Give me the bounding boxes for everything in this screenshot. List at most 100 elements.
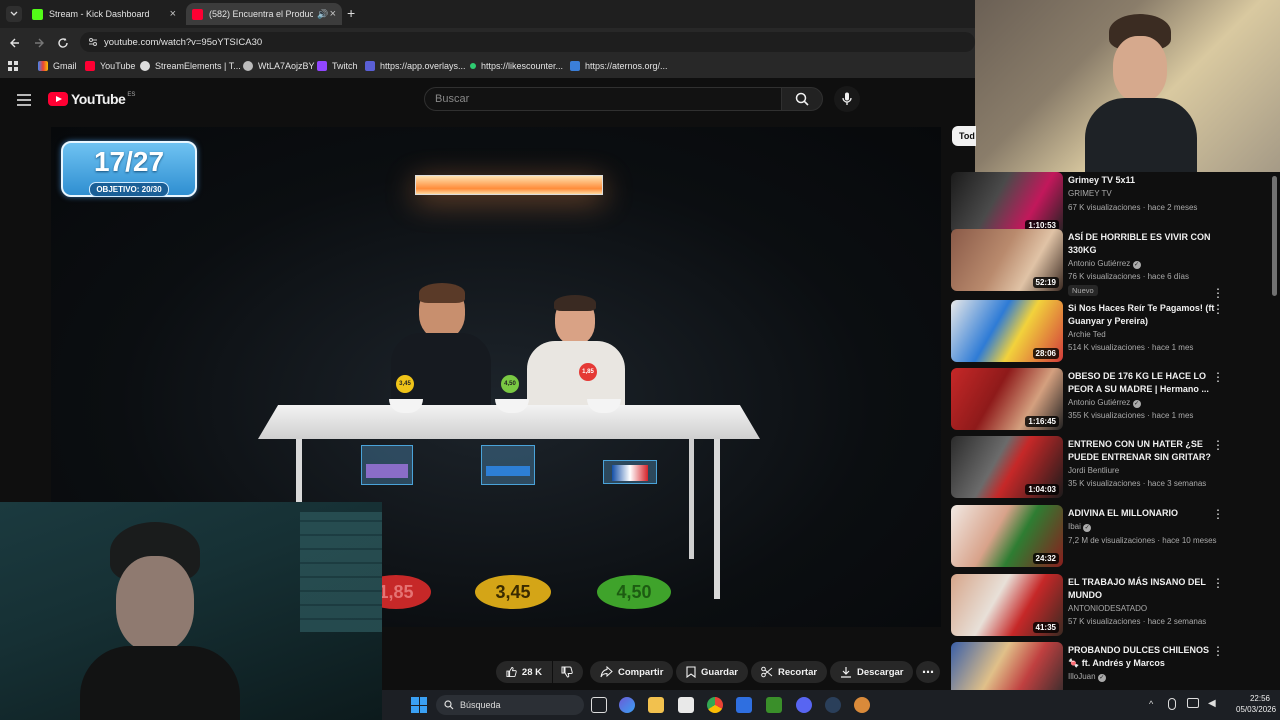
apps-grid-icon[interactable] xyxy=(8,61,18,71)
video-meta: 57 K visualizaciones · hace 2 semanas xyxy=(1068,617,1207,626)
channel-name[interactable]: Jordi Bentliure xyxy=(1068,466,1119,475)
search-input[interactable]: Buscar xyxy=(424,87,782,111)
volume-icon[interactable]: ◀ xyxy=(1208,698,1216,709)
bookmark-twitch[interactable]: Twitch xyxy=(317,61,358,71)
close-icon[interactable]: × xyxy=(330,8,336,20)
app-orange-icon[interactable] xyxy=(854,697,870,713)
back-button[interactable] xyxy=(9,36,21,54)
steam-icon[interactable] xyxy=(825,697,841,713)
thumbnail[interactable]: 52:19 xyxy=(951,229,1063,291)
recommendation-item[interactable]: 24:32 ADIVINA EL MILLONARIO Ibai ✓ 7,2 M… xyxy=(950,505,1270,569)
bookmark-aternos[interactable]: https://aternos.org/... xyxy=(570,61,668,71)
video-title[interactable]: PROBANDO DULCES CHILENOS 🍬 ft. Andrés y … xyxy=(1068,644,1218,670)
bookmark-wtla7aojzby[interactable]: WtLA7AojzBY xyxy=(243,61,315,71)
file-explorer-icon[interactable] xyxy=(648,697,664,713)
site-info-icon[interactable] xyxy=(88,37,98,47)
channel-name[interactable]: Antonio Gutiérrez ✓ xyxy=(1068,259,1141,269)
channel-name[interactable]: Ibai ✓ xyxy=(1068,522,1092,532)
video-title[interactable]: OBESO DE 176 KG LE HACE LO PEOR A SU MAD… xyxy=(1068,370,1218,396)
like-button[interactable]: 28 K xyxy=(496,661,552,683)
bookmark-overlays[interactable]: https://app.overlays... xyxy=(365,61,466,71)
tab-kick-dashboard[interactable]: Stream - Kick Dashboard × xyxy=(26,3,182,25)
channel-name[interactable]: ANTONIODESATADO xyxy=(1068,604,1147,613)
taskbar-clock[interactable]: 22:56 05/03/2026 xyxy=(1236,693,1276,715)
bookmark-streamelements[interactable]: StreamElements | T... xyxy=(140,61,241,71)
discord-icon[interactable] xyxy=(796,697,812,713)
more-options-icon[interactable]: ⋮ xyxy=(1212,507,1224,521)
streamelements-icon xyxy=(140,61,150,71)
recommendation-item[interactable]: 52:19 ASÍ DE HORRIBLE ES VIVIR CON 330KG… xyxy=(950,229,1270,300)
more-options-icon[interactable]: ⋮ xyxy=(1212,644,1224,658)
reload-button[interactable] xyxy=(57,36,69,54)
recommendation-item[interactable]: 1:10:53 Grimey TV 5x11 GRIMEY TV 67 K vi… xyxy=(950,172,1270,236)
thumbnail[interactable]: 1:10:53 xyxy=(951,172,1063,234)
video-title[interactable]: Si Nos Haces Reír Te Pagamos! (ft Guanya… xyxy=(1068,302,1218,328)
youtube-logo[interactable]: YouTube ES xyxy=(48,91,135,107)
like-count: 28 K xyxy=(521,666,542,678)
taskbar-search[interactable]: Búsqueda xyxy=(436,695,584,715)
thumbnail[interactable] xyxy=(951,642,1063,692)
task-view-icon[interactable] xyxy=(591,697,607,713)
more-options-icon[interactable]: ⋮ xyxy=(1212,370,1224,384)
filter-chip-all[interactable]: Tod xyxy=(952,126,976,146)
clip-button[interactable]: Recortar xyxy=(751,661,828,683)
share-button[interactable]: Compartir xyxy=(590,661,674,683)
thumbnail[interactable]: 1:16:45 xyxy=(951,368,1063,430)
video-title[interactable]: ASÍ DE HORRIBLE ES VIVIR CON 330KG xyxy=(1068,231,1218,257)
voice-search-button[interactable] xyxy=(834,86,860,112)
minecraft-icon[interactable] xyxy=(766,697,782,713)
bookmark-youtube[interactable]: YouTube xyxy=(85,61,135,71)
copilot-icon[interactable] xyxy=(619,697,635,713)
address-bar[interactable]: youtube.com/watch?v=95oYTSICA30 xyxy=(80,32,975,52)
recommendation-item[interactable]: 28:06 Si Nos Haces Reír Te Pagamos! (ft … xyxy=(950,300,1270,364)
channel-name[interactable]: Archie Ted xyxy=(1068,330,1106,339)
tray-chevron-icon[interactable]: ^ xyxy=(1149,699,1153,709)
recommendation-item[interactable]: 41:35 EL TRABAJO MÁS INSANO DEL MUNDO AN… xyxy=(950,574,1270,638)
more-options-icon[interactable]: ⋮ xyxy=(1212,302,1224,316)
save-button[interactable]: Guardar xyxy=(676,661,748,683)
dislike-button[interactable] xyxy=(553,661,583,683)
video-title[interactable]: ENTRENO CON UN HATER ¿SE PUEDE ENTRENAR … xyxy=(1068,438,1218,464)
menu-button[interactable] xyxy=(17,93,31,111)
video-title[interactable]: EL TRABAJO MÁS INSANO DEL MUNDO xyxy=(1068,576,1218,602)
windows-start-icon[interactable] xyxy=(411,697,427,713)
tab-youtube-video[interactable]: (582) Encuentra el Producto 🔊 × xyxy=(186,3,342,25)
thumbnail[interactable]: 24:32 xyxy=(951,505,1063,567)
store-icon[interactable] xyxy=(678,697,694,713)
app-blue-icon[interactable] xyxy=(736,697,752,713)
duration-badge: 28:06 xyxy=(1032,348,1059,359)
channel-name[interactable]: GRIMEY TV xyxy=(1068,189,1112,198)
bookmark-likescounter[interactable]: https://likescounter... xyxy=(470,61,563,71)
sidebar-scrollbar[interactable] xyxy=(1272,176,1277,296)
more-options-icon[interactable]: ⋮ xyxy=(1212,576,1224,590)
bookmark-gmail[interactable]: Gmail xyxy=(38,61,77,71)
search-button[interactable] xyxy=(781,87,823,111)
channel-name[interactable]: IlloJuan ✓ xyxy=(1068,672,1106,682)
more-options-icon[interactable]: ⋮ xyxy=(1212,286,1224,300)
duration-badge: 24:32 xyxy=(1032,553,1059,564)
thumbnail[interactable]: 41:35 xyxy=(951,574,1063,636)
tab-search-button[interactable] xyxy=(6,6,22,22)
download-button[interactable]: Descargar xyxy=(830,661,914,683)
channel-name[interactable]: Antonio Gutiérrez ✓ xyxy=(1068,398,1141,408)
more-options-icon[interactable]: ⋮ xyxy=(1212,438,1224,452)
globe-icon xyxy=(243,61,253,71)
recommendation-item[interactable]: 1:04:03 ENTRENO CON UN HATER ¿SE PUEDE E… xyxy=(950,436,1270,500)
recommendation-item[interactable]: PROBANDO DULCES CHILENOS 🍬 ft. Andrés y … xyxy=(950,642,1270,692)
video-meta: 355 K visualizaciones · hace 1 mes xyxy=(1068,411,1194,420)
recommendation-item[interactable]: 1:16:45 OBESO DE 176 KG LE HACE LO PEOR … xyxy=(950,368,1270,432)
speaker-icon[interactable]: 🔊 xyxy=(317,9,328,20)
thumbnail[interactable]: 28:06 xyxy=(951,300,1063,362)
forward-button[interactable] xyxy=(33,36,45,54)
video-title[interactable]: ADIVINA EL MILLONARIO xyxy=(1068,507,1218,520)
chrome-icon[interactable] xyxy=(707,697,723,713)
new-tab-button[interactable]: + xyxy=(347,6,355,20)
more-actions-button[interactable]: ⋯ xyxy=(916,661,940,683)
video-title[interactable]: Grimey TV 5x11 xyxy=(1068,174,1218,187)
thumbnail[interactable]: 1:04:03 xyxy=(951,436,1063,498)
goal-label: OBJETIVO: 20/30 xyxy=(89,182,169,197)
close-icon[interactable]: × xyxy=(170,8,176,20)
network-icon[interactable] xyxy=(1187,698,1199,708)
gmail-icon xyxy=(38,61,48,71)
microphone-tray-icon[interactable] xyxy=(1168,698,1176,710)
